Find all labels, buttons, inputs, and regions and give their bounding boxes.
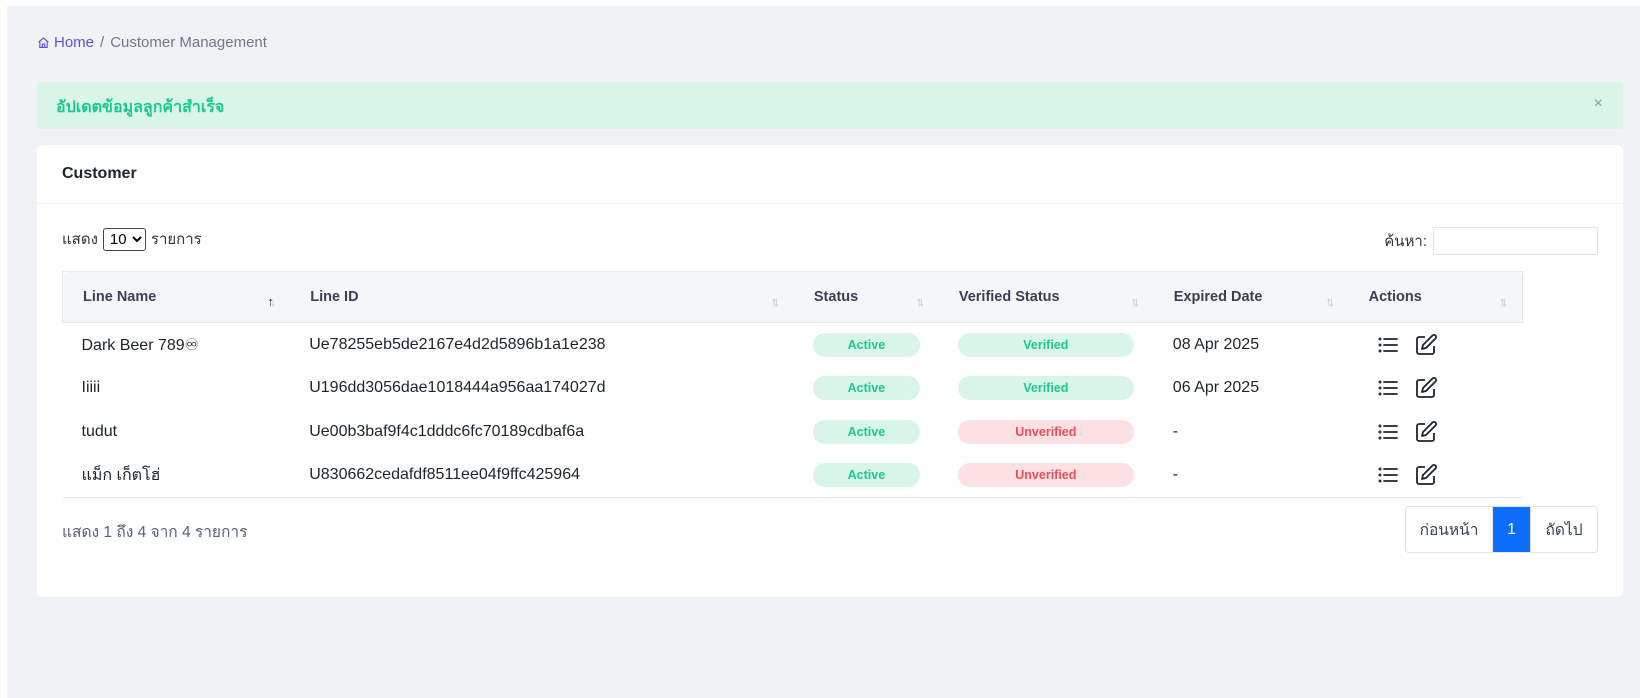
status-badge: Active: [812, 376, 920, 401]
breadcrumb-current: Customer Management: [110, 34, 267, 51]
cell-line-id: U830662cedafdf8511ee04f9ffc425964: [290, 453, 794, 498]
page-length-control: แสดง 10 รายการ: [62, 227, 202, 251]
cell-line-id: U196dd3056dae1018444a956aa174027d: [309, 379, 606, 397]
cell-expired-date: 08 Apr 2025: [1172, 335, 1260, 353]
cell-verified: Verified: [939, 323, 1154, 367]
list-icon[interactable]: [1376, 420, 1400, 444]
pagination-next-button[interactable]: ถัดไป: [1530, 507, 1597, 552]
breadcrumb-home-label: Home: [54, 34, 95, 51]
cell-line-name: Iiiii: [81, 379, 101, 397]
row-actions: [1368, 463, 1523, 487]
cell-expired-date: 06 Apr 2025: [1172, 379, 1260, 397]
edit-icon[interactable]: [1414, 333, 1438, 357]
cell-verified: Verified: [939, 367, 1154, 411]
cell-actions: [1349, 323, 1523, 367]
alert-close-button[interactable]: ×: [1594, 95, 1603, 113]
success-alert: อัปเดตข้อมูลลูกค้าสำเร็จ ×: [37, 82, 1623, 129]
verified-badge: Unverified: [957, 419, 1134, 444]
alert-message: อัปเดตข้อมูลลูกค้าสำเร็จ: [56, 99, 225, 116]
verified-badge: Unverified: [957, 463, 1134, 488]
verified-badge: Verified: [957, 332, 1134, 357]
sort-icon[interactable]: ↑↓: [916, 294, 925, 309]
cell-actions: [1349, 410, 1523, 454]
table-row: Dark Beer 789♾ Ue78255eb5de2167e4d2d5896…: [63, 323, 1523, 367]
cell-line-id: Ue00b3baf9f4c1dddc6fc70189cdbaf6a: [309, 422, 585, 440]
search-input[interactable]: [1433, 227, 1598, 255]
list-icon[interactable]: [1376, 463, 1400, 487]
column-header-actions[interactable]: Actions ↑↓: [1348, 271, 1523, 323]
breadcrumb: Home / Customer Management: [37, 34, 267, 51]
search-control: ค้นหา:: [1384, 227, 1598, 255]
column-header-line-id[interactable]: Line ID ↑↓: [290, 271, 794, 323]
status-badge: Active: [812, 332, 920, 357]
cell-actions: [1348, 453, 1523, 498]
table-row: แม็ก เก็ตโฮ่ U830662cedafdf8511ee04f9ffc…: [62, 453, 1523, 498]
table-header-row: Line Name ↑↓ Line ID ↑↓ Status ↑↓ Verified …: [62, 271, 1523, 323]
row-actions: [1368, 376, 1523, 400]
status-badge: Active: [812, 419, 920, 444]
column-header-line-name[interactable]: Line Name ↑↓: [62, 271, 291, 323]
sort-asc-icon[interactable]: ↑↓: [267, 294, 276, 309]
list-icon[interactable]: [1376, 333, 1400, 357]
cell-status: Active: [793, 453, 939, 498]
breadcrumb-separator: /: [100, 34, 105, 51]
cell-status: Active: [794, 367, 939, 411]
column-label: Line ID: [310, 289, 359, 305]
cell-actions: [1349, 367, 1523, 411]
cell-line-id: Ue78255eb5de2167e4d2d5896b1a1e238: [309, 335, 606, 353]
sort-icon[interactable]: ↑↓: [1131, 294, 1140, 309]
pagination-page-1[interactable]: 1: [1493, 507, 1530, 552]
table-info: แสดง 1 ถึง 4 จาก 4 รายการ: [62, 524, 248, 541]
edit-icon[interactable]: [1414, 463, 1438, 487]
column-header-verified-status[interactable]: Verified Status ↑↓: [938, 271, 1154, 323]
show-suffix-label: รายการ: [150, 231, 202, 248]
row-actions: [1368, 420, 1523, 444]
cell-verified: Unverified: [938, 453, 1154, 498]
pagination-prev-button[interactable]: ก่อนหน้า: [1406, 507, 1493, 552]
search-label: ค้นหา:: [1384, 233, 1427, 250]
verified-badge: Verified: [957, 376, 1134, 401]
edit-icon[interactable]: [1414, 376, 1438, 400]
pagination: ก่อนหน้า 1 ถัดไป: [1405, 506, 1598, 553]
customer-table-wrapper: Line Name ↑↓ Line ID ↑↓ Status ↑↓ Verified …: [62, 271, 1523, 498]
sort-icon[interactable]: ↑↓: [1326, 294, 1335, 309]
cell-line-name: Dark Beer 789♾: [81, 336, 200, 354]
table-row: tudut Ue00b3baf9f4c1dddc6fc70189cdbaf6a …: [63, 410, 1523, 454]
sort-icon[interactable]: ↑↓: [1499, 294, 1508, 309]
page-background: Home / Customer Management อัปเดตข้อมูลล…: [7, 6, 1640, 698]
column-label: Status: [813, 289, 859, 305]
column-label: Actions: [1368, 289, 1422, 305]
cell-line-name: แม็ก เก็ตโฮ่: [62, 453, 291, 498]
edit-icon[interactable]: [1414, 420, 1438, 444]
row-actions: [1368, 333, 1523, 357]
cell-status: Active: [794, 323, 939, 367]
cell-line-name: tudut: [81, 422, 118, 440]
home-icon: [38, 37, 49, 48]
status-badge: Active: [812, 463, 920, 488]
cell-expired-date: -: [1172, 422, 1179, 440]
cell-status: Active: [794, 410, 939, 454]
column-label: Line Name: [83, 289, 157, 305]
customer-table: Line Name ↑↓ Line ID ↑↓ Status ↑↓ Verified …: [62, 271, 1523, 498]
page-size-select[interactable]: 10: [102, 227, 146, 251]
table-row: Iiiii U196dd3056dae1018444a956aa174027d …: [63, 367, 1523, 411]
cell-verified: Unverified: [939, 410, 1154, 454]
card-title: Customer: [37, 145, 1623, 204]
list-icon[interactable]: [1376, 376, 1400, 400]
show-prefix-label: แสดง: [62, 231, 98, 248]
cell-expired-date: -: [1153, 453, 1349, 498]
column-label: Expired Date: [1173, 289, 1263, 305]
column-label: Verified Status: [958, 289, 1060, 305]
column-header-status[interactable]: Status ↑↓: [793, 271, 939, 323]
sort-icon[interactable]: ↑↓: [771, 294, 780, 309]
customer-card: Customer แสดง 10 รายการ ค้นหา: Line Name…: [37, 145, 1623, 597]
column-header-expired-date[interactable]: Expired Date ↑↓: [1153, 271, 1349, 323]
breadcrumb-home-link[interactable]: Home: [37, 34, 94, 51]
